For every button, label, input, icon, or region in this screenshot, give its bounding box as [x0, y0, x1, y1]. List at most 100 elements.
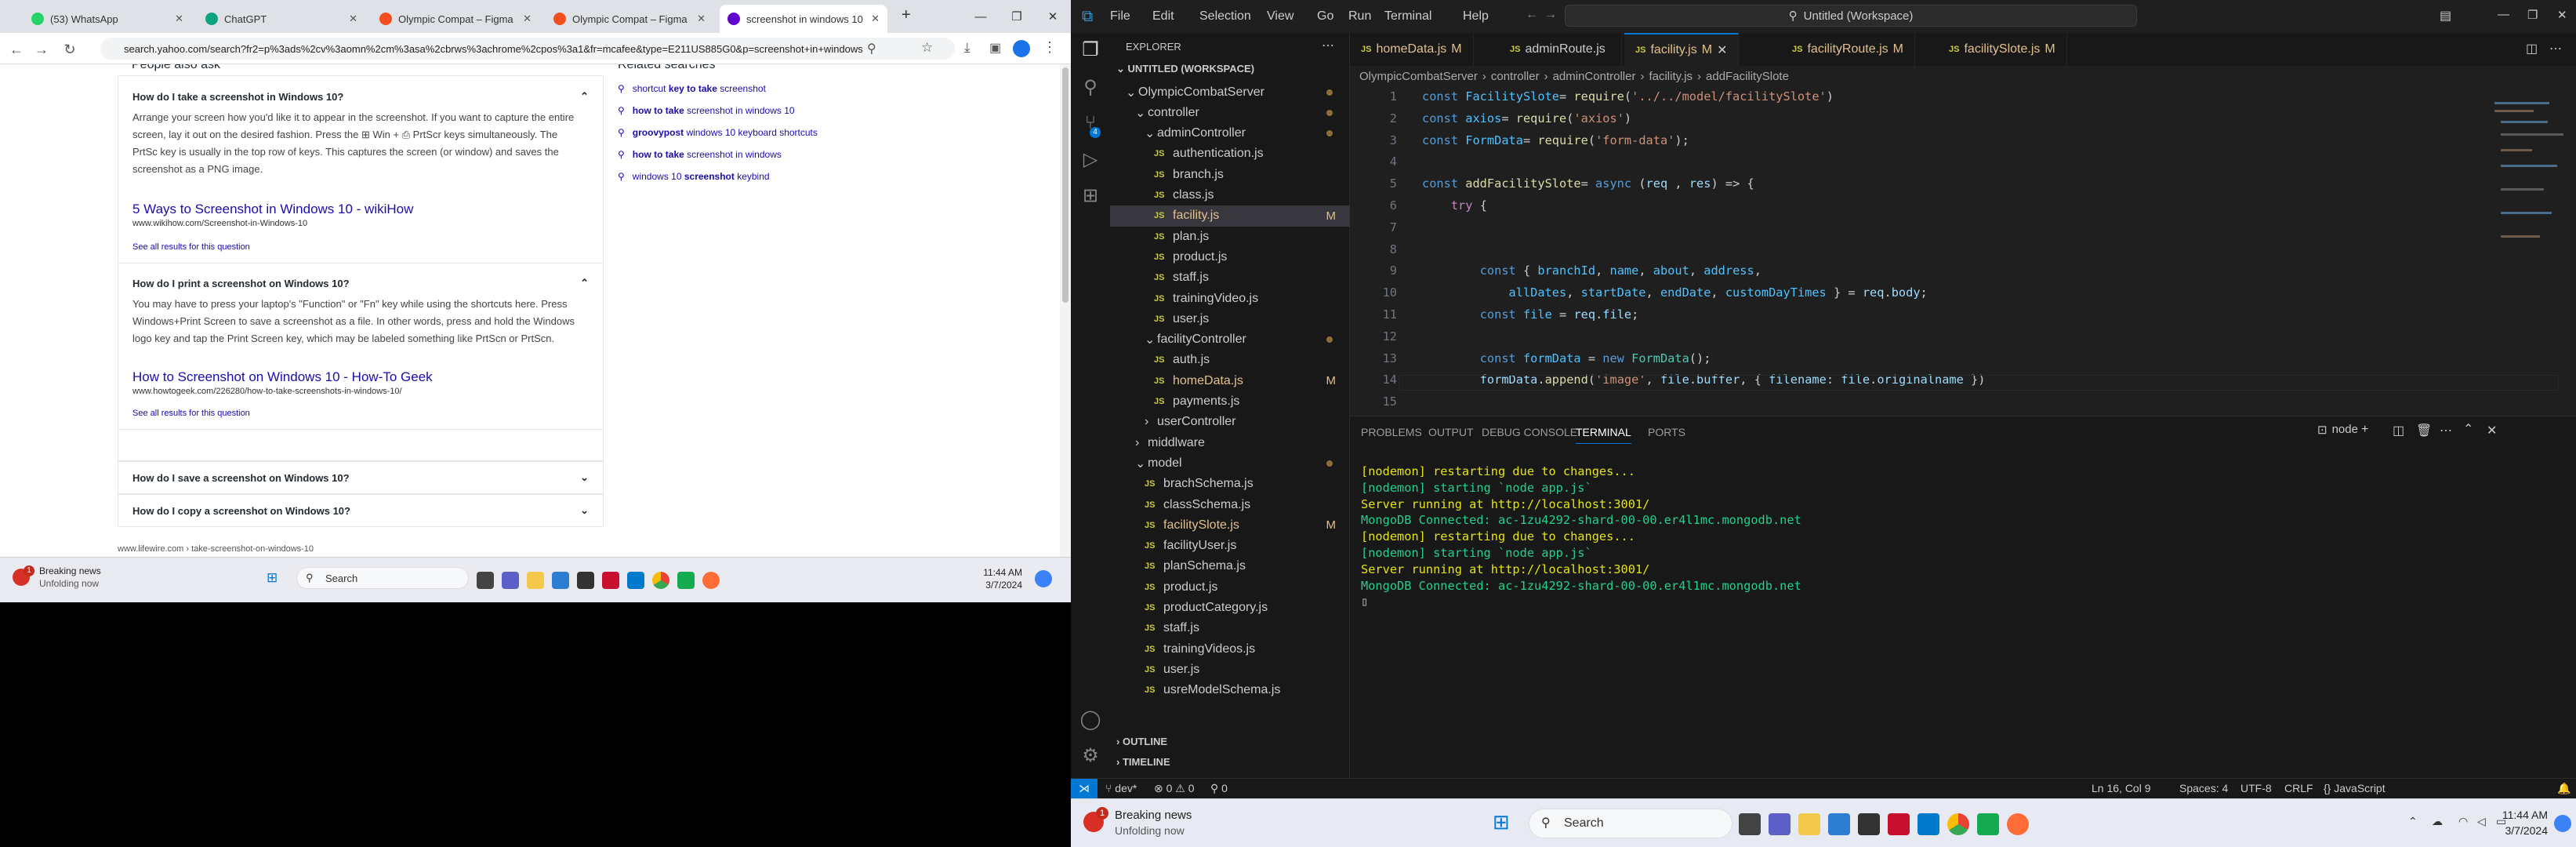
file-explorer-icon[interactable]	[1798, 813, 1820, 835]
breadcrumb-item[interactable]: OlympicCombatServer	[1359, 70, 1478, 83]
menu-run[interactable]: Run	[1348, 9, 1371, 24]
windows-start-icon[interactable]: ⊞	[1493, 810, 1510, 834]
store-icon[interactable]	[552, 572, 569, 589]
browser-tab[interactable]: (53) WhatsApp ✕	[24, 5, 191, 33]
tree-item[interactable]: ⌄ facilityController	[1110, 329, 1350, 351]
tree-item[interactable]: JS user.js	[1110, 308, 1350, 329]
related-search-item[interactable]: ⚲ how to take screenshot in windows	[618, 149, 782, 160]
browser-tab[interactable]: ChatGPT ✕	[198, 5, 365, 33]
wikihow-link[interactable]: 5 Ways to Screenshot in Windows 10 - wik…	[132, 202, 413, 217]
taskbar-search[interactable]: Search	[1529, 809, 1732, 838]
tree-item[interactable]: JS auth.js	[1110, 350, 1350, 371]
maximize-icon[interactable]: ❐	[2527, 8, 2538, 22]
sidepanel-icon[interactable]: ▣	[989, 40, 1001, 56]
tree-item[interactable]: JS trainingVideo.js	[1110, 288, 1350, 309]
tree-item[interactable]: ⌄ OlympicCombatServer	[1110, 82, 1350, 103]
related-search-item[interactable]: ⚲ windows 10 screenshot keybind	[618, 171, 770, 182]
taskbar-search[interactable]: Search	[296, 567, 469, 589]
tree-item[interactable]: JS productCategory.js	[1110, 598, 1350, 619]
tree-item[interactable]: JS facility.js M	[1110, 205, 1350, 227]
tree-item[interactable]: JS authentication.js	[1110, 144, 1350, 165]
tree-item[interactable]: JS product.js	[1110, 246, 1350, 267]
related-search-item[interactable]: ⚲ groovypost windows 10 keyboard shortcut…	[618, 127, 818, 138]
kill-terminal-icon[interactable]: 🗑	[2416, 423, 2432, 438]
clock-date[interactable]: 3/7/2024	[978, 580, 1022, 591]
panel-tab-output[interactable]: OUTPUT	[1428, 426, 1474, 438]
volume-icon[interactable]: ◁	[2477, 815, 2486, 828]
language-mode[interactable]: {} JavaScript	[2324, 782, 2386, 794]
tab-close-icon[interactable]: ✕	[523, 13, 532, 25]
breadcrumb-item[interactable]: adminController	[1553, 70, 1636, 83]
tab-close-icon[interactable]: ✕	[175, 13, 183, 25]
maximize-icon[interactable]: ❐	[999, 0, 1035, 33]
tree-item[interactable]: JS payments.js	[1110, 391, 1350, 413]
close-icon[interactable]: ✕	[1035, 0, 1071, 33]
see-all-results-2[interactable]: See all results for this question	[132, 409, 250, 418]
bookmark-star-icon[interactable]: ☆	[921, 40, 933, 56]
forward-icon[interactable]: →	[31, 39, 52, 60]
split-editor-icon[interactable]: ◫	[2526, 41, 2538, 56]
vscode-icon[interactable]	[627, 572, 644, 589]
close-panel-icon[interactable]: ✕	[2487, 423, 2497, 438]
tree-item[interactable]: JS homeData.js M	[1110, 370, 1350, 391]
menu-file[interactable]: File	[1110, 9, 1130, 24]
tree-item[interactable]: JS planSchema.js	[1110, 556, 1350, 577]
see-all-results-1[interactable]: See all results for this question	[132, 242, 250, 252]
mcafee-icon[interactable]	[1888, 813, 1910, 835]
copilot-icon[interactable]	[1035, 570, 1052, 587]
maximize-panel-icon[interactable]: ⌃	[2463, 421, 2473, 437]
code-editor[interactable]: 1 const FacilitySlote= require('../../mod…	[1350, 86, 2576, 649]
account-icon[interactable]: ◯	[1079, 707, 1102, 731]
vscode-icon[interactable]	[1917, 813, 1939, 835]
panel-tab-terminal[interactable]: TERMINAL	[1576, 426, 1631, 444]
tree-item[interactable]: JS staff.js	[1110, 618, 1350, 639]
tray-chevron-icon[interactable]: ⌃	[2408, 815, 2418, 828]
menu-terminal[interactable]: Terminal	[1384, 9, 1431, 24]
extensions-icon[interactable]: ⊞	[1079, 184, 1102, 207]
tree-item[interactable]: ⌄ adminController	[1110, 123, 1350, 144]
clock-time[interactable]: 11:44 AM	[978, 567, 1022, 578]
onedrive-icon[interactable]: ☁	[2432, 815, 2443, 828]
layout-icon[interactable]: ▤	[2440, 8, 2451, 24]
tree-item[interactable]: JS class.js	[1110, 185, 1350, 206]
more-actions-icon[interactable]: ⋯	[1322, 38, 1334, 53]
tree-item[interactable]: JS branch.js	[1110, 164, 1350, 185]
minimap[interactable]	[2494, 86, 2565, 416]
ports-status[interactable]: ⚲ 0	[1210, 782, 1228, 795]
menu-edit[interactable]: Edit	[1152, 9, 1174, 24]
workspace-header[interactable]: ⌄ UNTITLED (WORKSPACE)	[1116, 63, 1254, 75]
more-actions-icon[interactable]: ⋯	[2440, 423, 2452, 438]
unity-icon[interactable]	[1858, 813, 1880, 835]
scroll-thumb[interactable]	[1062, 67, 1068, 303]
browser-tab[interactable]: Olympic Compat – Figma ✕	[546, 5, 713, 33]
file-explorer-icon[interactable]	[527, 572, 544, 589]
mongodb-icon[interactable]	[677, 572, 695, 589]
tab-close-icon[interactable]: ✕	[697, 13, 706, 25]
problems-status[interactable]: ⊗ 0 ⚠ 0	[1154, 782, 1195, 795]
tree-item[interactable]: JS user.js	[1110, 659, 1350, 680]
news-title[interactable]: Breaking news	[39, 565, 101, 576]
tree-item[interactable]: › middlware	[1110, 432, 1350, 453]
panel-tab-ports[interactable]: PORTS	[1648, 426, 1685, 438]
profile-avatar[interactable]	[1013, 40, 1030, 57]
question-1[interactable]: How do I take a screenshot in Windows 10…	[132, 90, 589, 103]
more-actions-icon[interactable]: ⋯	[2549, 41, 2562, 56]
tree-item[interactable]: › userController	[1110, 412, 1350, 433]
tree-item[interactable]: JS product.js	[1110, 576, 1350, 598]
related-search-item[interactable]: ⚲ shortcut key to take screenshot	[618, 83, 766, 94]
chrome-icon[interactable]	[652, 572, 669, 589]
task-view-icon[interactable]	[477, 572, 494, 589]
page-scrollbar[interactable]	[1060, 64, 1071, 557]
tab-close-icon[interactable]: ✕	[871, 13, 880, 25]
tree-item[interactable]: JS plan.js	[1110, 226, 1350, 247]
breadcrumb-item[interactable]: addFacilitySlote	[1706, 70, 1789, 83]
chrome-icon[interactable]	[1947, 813, 1969, 835]
search-icon[interactable]: ⚲	[1079, 75, 1102, 99]
editor-tab[interactable]: JS adminRoute.js	[1499, 33, 1622, 66]
tab-close-icon[interactable]: ✕	[349, 13, 357, 25]
tree-item[interactable]: ⌄ model	[1110, 453, 1350, 474]
panel-tab-debug-console[interactable]: DEBUG CONSOLE	[1482, 426, 1577, 438]
howtogeek-link[interactable]: How to Screenshot on Windows 10 - How-To…	[132, 369, 433, 385]
menu-help[interactable]: Help	[1463, 9, 1489, 24]
nav-forward-icon[interactable]: →	[1544, 8, 1557, 22]
